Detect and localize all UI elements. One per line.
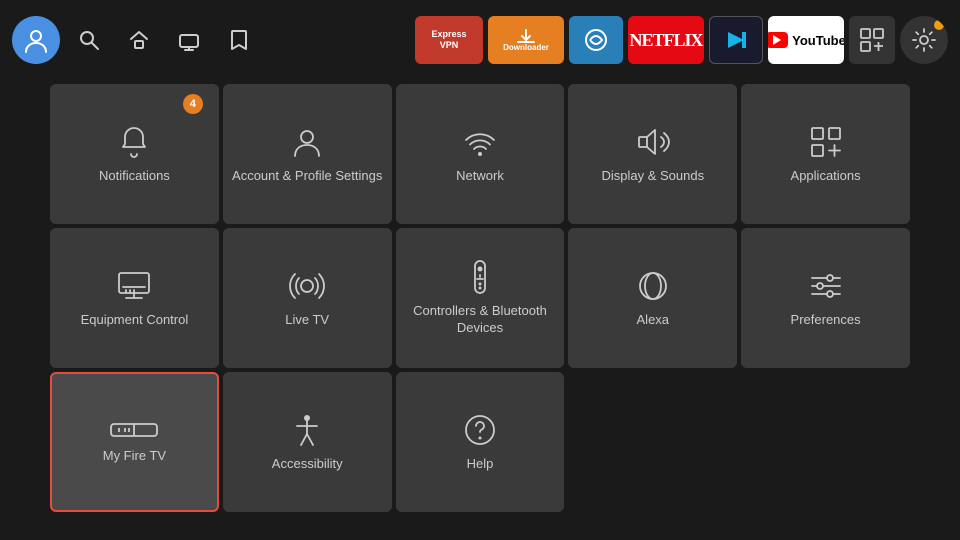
tile-notifications[interactable]: 4 Notifications — [50, 84, 219, 224]
accessibility-icon — [289, 412, 325, 448]
expressvpn-app[interactable]: ExpressVPN — [415, 16, 483, 64]
tile-accessibility[interactable]: Accessibility — [223, 372, 392, 512]
expressvpn-label: ExpressVPN — [431, 29, 466, 51]
tile-display[interactable]: Display & Sounds — [568, 84, 737, 224]
help-icon — [462, 412, 498, 448]
person-icon — [289, 124, 325, 160]
nav-left — [12, 16, 260, 64]
downloader-label: Downloader — [503, 43, 549, 52]
tile-alexa[interactable]: Alexa — [568, 228, 737, 368]
settings-notification-dot — [934, 20, 944, 30]
tile-preferences[interactable]: Preferences — [741, 228, 910, 368]
tile-account[interactable]: Account & Profile Settings — [223, 84, 392, 224]
netflix-app[interactable]: NETFLIX — [628, 16, 704, 64]
tile-alexa-label: Alexa — [629, 312, 678, 329]
tv-button[interactable] — [168, 19, 210, 61]
blue-app[interactable] — [569, 16, 623, 64]
tile-applications-label: Applications — [783, 168, 869, 185]
tile-network-label: Network — [448, 168, 512, 185]
settings-grid: 4 Notifications Account & Profile Settin… — [0, 80, 960, 516]
youtube-app[interactable]: YouTube — [768, 16, 844, 64]
tile-applications[interactable]: Applications — [741, 84, 910, 224]
tile-network[interactable]: Network — [396, 84, 565, 224]
settings-button[interactable] — [900, 16, 948, 64]
search-button[interactable] — [68, 19, 110, 61]
monitor-icon — [116, 268, 152, 304]
tile-accessibility-label: Accessibility — [264, 456, 351, 473]
tile-controllers-label: Controllers & Bluetooth Devices — [396, 303, 565, 337]
tile-display-label: Display & Sounds — [593, 168, 712, 185]
grid-app-button[interactable] — [849, 16, 895, 64]
tile-livetv[interactable]: Live TV — [223, 228, 392, 368]
tile-livetv-label: Live TV — [277, 312, 337, 329]
remote-icon — [462, 259, 498, 295]
youtube-label: YouTube — [792, 33, 844, 48]
apps-icon — [808, 124, 844, 160]
user-avatar[interactable] — [12, 16, 60, 64]
volume-icon — [635, 124, 671, 160]
app-bar: ExpressVPN Downloader NETFLIX — [415, 16, 948, 64]
antenna-icon — [289, 268, 325, 304]
notifications-badge: 4 — [183, 94, 203, 114]
tile-equipment-label: Equipment Control — [73, 312, 197, 329]
kodi-app[interactable] — [709, 16, 763, 64]
tile-help[interactable]: Help — [396, 372, 565, 512]
downloader-app[interactable]: Downloader — [488, 16, 564, 64]
tile-account-label: Account & Profile Settings — [224, 168, 390, 185]
netflix-label: NETFLIX — [630, 30, 703, 51]
alexa-icon — [635, 268, 671, 304]
wifi-icon — [462, 124, 498, 160]
tile-equipment[interactable]: Equipment Control — [50, 228, 219, 368]
firetv-icon — [109, 420, 159, 440]
tile-myfiretv[interactable]: My Fire TV — [50, 372, 219, 512]
youtube-brand: YouTube — [768, 32, 844, 48]
tile-myfiretv-label: My Fire TV — [95, 448, 174, 465]
top-nav-bar: ExpressVPN Downloader NETFLIX — [0, 0, 960, 80]
tile-notifications-label: Notifications — [91, 168, 178, 185]
tile-help-label: Help — [459, 456, 502, 473]
tile-controllers[interactable]: Controllers & Bluetooth Devices — [396, 228, 565, 368]
bell-icon — [116, 124, 152, 160]
bookmark-button[interactable] — [218, 19, 260, 61]
home-button[interactable] — [118, 19, 160, 61]
sliders-icon — [808, 268, 844, 304]
tile-preferences-label: Preferences — [783, 312, 869, 329]
